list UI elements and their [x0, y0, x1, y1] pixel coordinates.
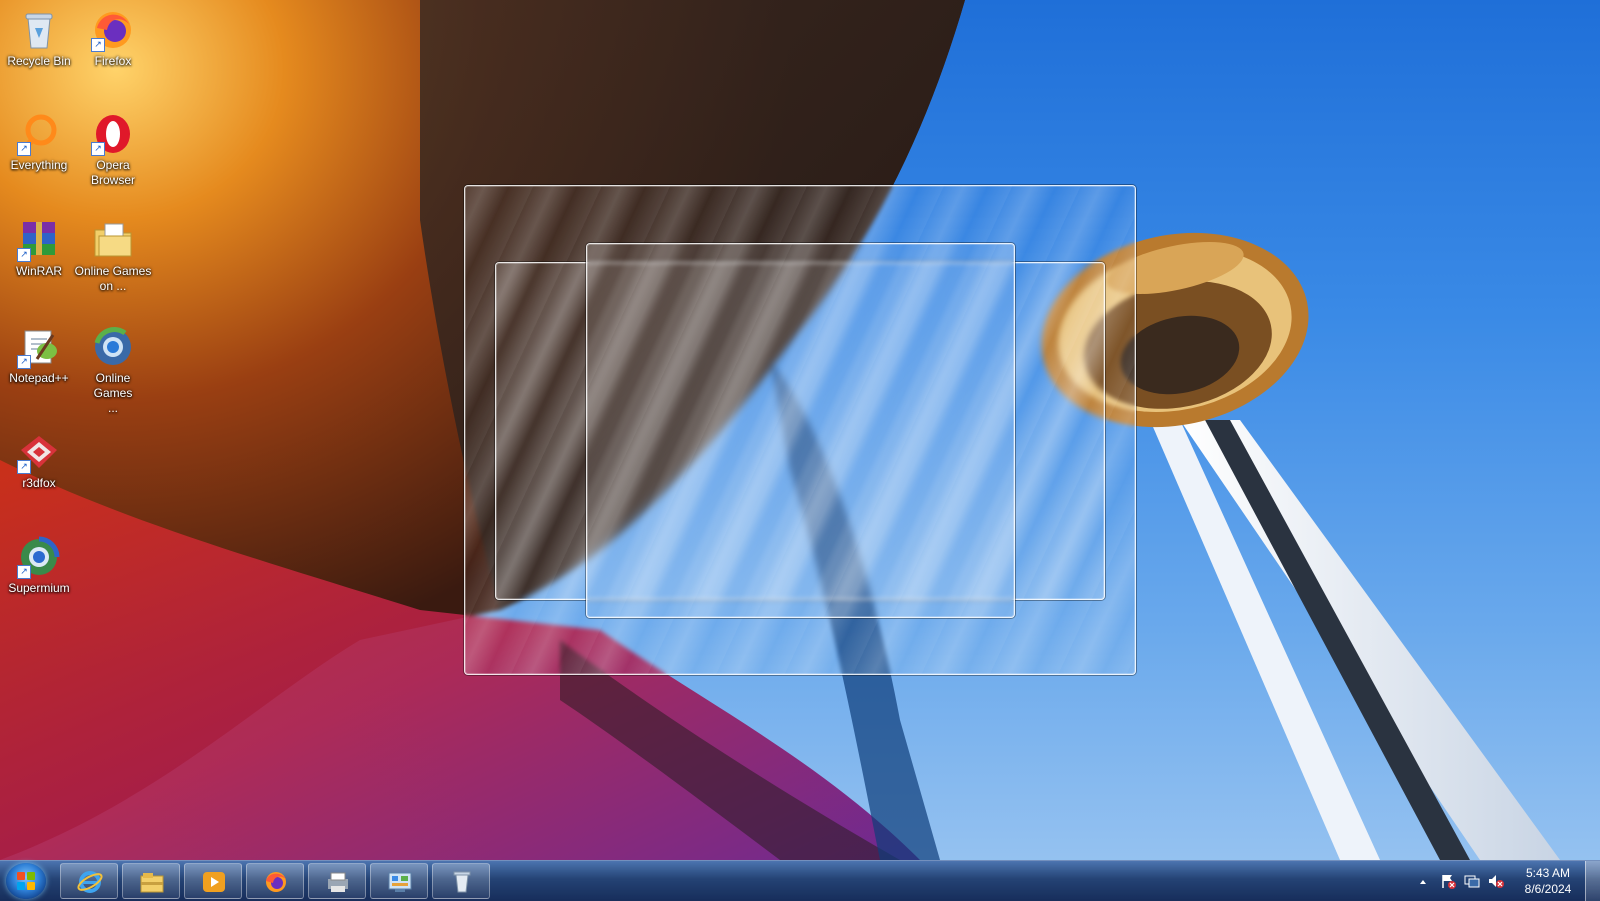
desktop-icon-label: Firefox: [94, 54, 132, 68]
windows-logo-icon: [17, 872, 35, 890]
firefox-icon: ↗: [91, 8, 135, 52]
everything-search-icon: ↗: [17, 112, 61, 156]
taskbar-pin-control-panel[interactable]: [370, 863, 428, 899]
devices-printers-icon: [328, 872, 348, 892]
shortcut-arrow-icon: ↗: [91, 38, 105, 52]
shortcut-arrow-icon: ↗: [91, 142, 105, 156]
shortcut-arrow-icon: ↗: [17, 355, 31, 369]
taskbar-pin-firefox[interactable]: [246, 863, 304, 899]
network-icon[interactable]: [1464, 873, 1480, 889]
taskbar-pin-devices-printers[interactable]: [308, 863, 366, 899]
media-player-icon: [203, 872, 225, 892]
desktop-icon-firefox[interactable]: ↗ Firefox: [74, 8, 152, 69]
file-explorer-icon: [140, 873, 164, 893]
action-center-flag-icon[interactable]: [1440, 873, 1456, 889]
desktop-icon-online-games-browser[interactable]: Online Games ...: [74, 325, 152, 416]
supermium-icon: ↗: [17, 535, 61, 579]
taskbar-pin-recycle-bin[interactable]: [432, 863, 490, 899]
desktop-icon-r3dfox[interactable]: ↗ r3dfox: [0, 430, 78, 491]
recycle-bin-icon: [17, 8, 61, 52]
internet-explorer-icon: [77, 871, 103, 893]
r3dfox-icon: ↗: [17, 430, 61, 474]
desktop-icon-winrar[interactable]: ↗ WinRAR: [0, 218, 78, 279]
notepad-plus-plus-icon: ↗: [17, 325, 61, 369]
opera-icon: ↗: [91, 112, 135, 156]
desktop-icon-everything[interactable]: ↗ Everything: [0, 112, 78, 173]
desktop-icon-label: Online Games ...: [93, 371, 133, 415]
desktop-icon-online-games-folder[interactable]: Online Games on ...: [74, 218, 152, 294]
window-ghost-frame-front: [586, 243, 1015, 618]
desktop-icon-label: Online Games on ...: [74, 264, 152, 293]
show-hidden-icons-arrow[interactable]: [1418, 874, 1428, 884]
desktop-icon-supermium[interactable]: ↗ Supermium: [0, 535, 78, 596]
show-desktop-button[interactable]: [1585, 861, 1600, 901]
shortcut-arrow-icon: ↗: [17, 460, 31, 474]
taskbar-pin-file-explorer[interactable]: [122, 863, 180, 899]
desktop-icon-label: r3dfox: [22, 476, 56, 490]
desktop-icon-label: Everything: [10, 158, 68, 172]
desktop-icon-label: Recycle Bin: [7, 54, 71, 68]
taskbar-pin-internet-explorer[interactable]: [60, 863, 118, 899]
folder-icon: [91, 218, 135, 262]
desktop-icon-notepad-plus-plus[interactable]: ↗ Notepad++: [0, 325, 78, 386]
shortcut-arrow-icon: ↗: [17, 248, 31, 262]
desktop-icon-label: Notepad++: [9, 371, 69, 385]
taskbar-pin-media-player[interactable]: [184, 863, 242, 899]
taskbar: 5:43 AM 8/6/2024: [0, 860, 1600, 901]
desktop-icon-label: Opera Browser: [90, 158, 135, 187]
recycle-bin-icon: [453, 871, 471, 893]
desktop-icon-label: WinRAR: [15, 264, 62, 278]
firefox-icon: [266, 872, 286, 892]
desktop-icon-label: Supermium: [8, 581, 70, 595]
desktop-icon-recycle-bin[interactable]: Recycle Bin: [0, 8, 78, 69]
clock-time: 5:43 AM: [1525, 866, 1571, 880]
volume-muted-icon[interactable]: [1488, 873, 1504, 889]
globe-browser-icon: [91, 325, 135, 369]
winrar-icon: ↗: [17, 218, 61, 262]
start-button[interactable]: [6, 863, 46, 899]
desktop-icon-opera[interactable]: ↗ Opera Browser: [74, 112, 152, 188]
shortcut-arrow-icon: ↗: [17, 565, 31, 579]
control-panel-icon: [388, 872, 412, 892]
clock-date: 8/6/2024: [1524, 882, 1572, 896]
taskbar-clock[interactable]: 5:43 AM 8/6/2024: [1518, 865, 1578, 897]
shortcut-arrow-icon: ↗: [17, 142, 31, 156]
